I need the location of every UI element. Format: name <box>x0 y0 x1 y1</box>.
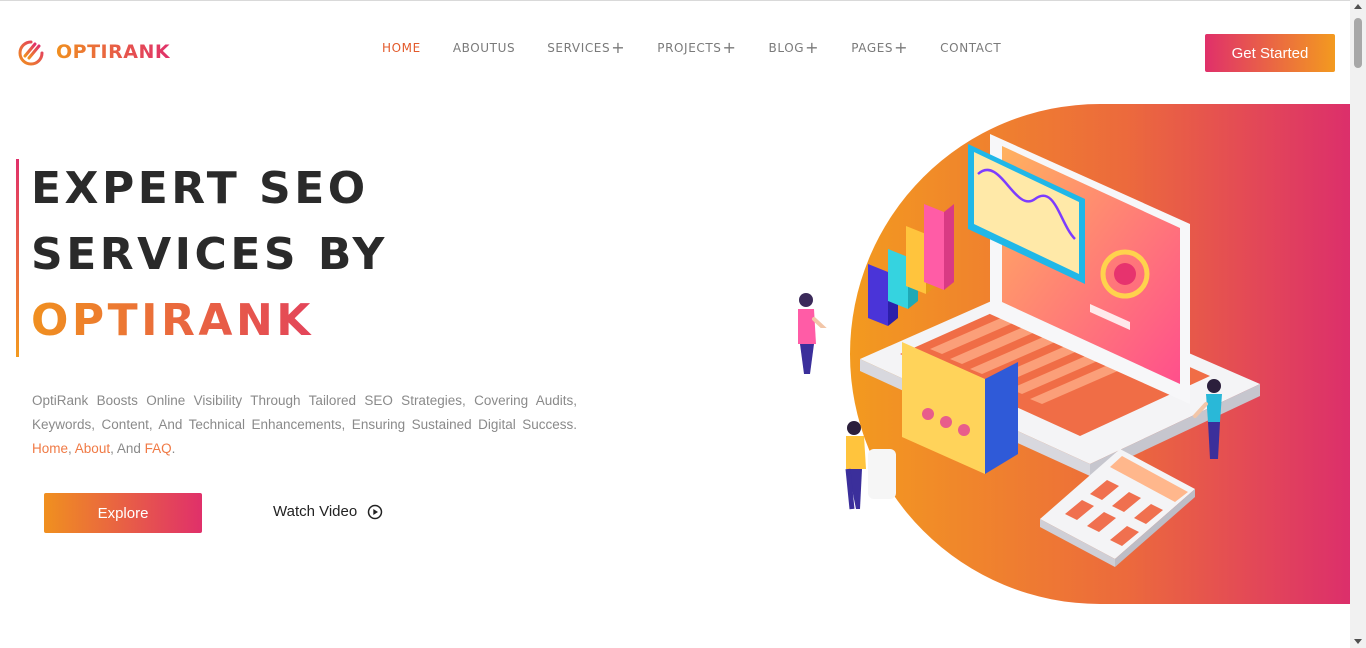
link-and-text: And <box>116 441 141 456</box>
nav-item-label: SERVICES <box>547 41 611 55</box>
main-nav: HOME ABOUTUS SERVICES + PROJECTS + BLOG … <box>382 38 1033 57</box>
scroll-up-arrow-icon[interactable] <box>1354 4 1362 9</box>
hero-title-line-2: SERVICES BY <box>31 229 388 280</box>
comma-sep: , <box>110 441 114 456</box>
nav-item-home[interactable]: HOME <box>382 41 421 55</box>
logo-text: OPTIRANK <box>56 41 171 63</box>
person-woman-icon <box>798 293 832 374</box>
explore-button[interactable]: Explore <box>44 493 202 533</box>
nav-item-contact[interactable]: CONTACT <box>940 41 1001 55</box>
nav-item-pages[interactable]: PAGES + <box>851 38 909 57</box>
nav-item-label: BLOG <box>768 41 805 55</box>
logo-mark-icon <box>18 40 44 66</box>
plus-icon: + <box>805 38 820 57</box>
comma-sep: , <box>68 441 72 456</box>
hero-accent-bar <box>16 159 19 357</box>
play-circle-icon <box>367 504 383 519</box>
nav-item-aboutus[interactable]: ABOUTUS <box>453 41 515 55</box>
plus-icon: + <box>722 38 737 57</box>
nav-item-label: HOME <box>382 41 421 55</box>
watch-video-link[interactable]: Watch Video <box>273 503 383 520</box>
link-faq[interactable]: FAQ <box>145 441 172 456</box>
link-about[interactable]: About <box>75 441 110 456</box>
plus-icon: + <box>894 38 909 57</box>
seo-illustration <box>798 104 1350 604</box>
scroll-down-arrow-icon[interactable] <box>1354 639 1362 644</box>
nav-item-blog[interactable]: BLOG + <box>768 38 820 57</box>
period: . <box>171 441 176 456</box>
watch-video-label: Watch Video <box>273 503 358 520</box>
nav-item-label: PROJECTS <box>657 41 722 55</box>
hero-description-text: OptiRank Boosts Online Visibility Throug… <box>32 393 577 432</box>
nav-item-label: ABOUTUS <box>452 41 516 55</box>
link-home[interactable]: Home <box>32 441 68 456</box>
nav-item-label: CONTACT <box>940 41 1002 55</box>
nav-item-projects[interactable]: PROJECTS + <box>657 38 737 57</box>
get-started-button[interactable]: Get Started <box>1205 34 1335 72</box>
page-scrollbar[interactable] <box>1350 0 1366 648</box>
plus-icon: + <box>611 38 626 57</box>
logo[interactable]: OPTIRANK <box>16 36 170 68</box>
top-border <box>0 0 1366 1</box>
hero-title-brand: OPTIRANK <box>31 288 388 354</box>
nav-item-label: PAGES <box>851 41 894 55</box>
nav-item-services[interactable]: SERVICES + <box>547 38 626 57</box>
scroll-thumb[interactable] <box>1354 18 1362 68</box>
hero-description: OptiRank Boosts Online Visibility Throug… <box>32 389 577 461</box>
hero-title-line-1: EXPERT SEO <box>31 163 369 214</box>
hero-title: EXPERT SEO SERVICES BY OPTIRANK <box>31 156 388 354</box>
